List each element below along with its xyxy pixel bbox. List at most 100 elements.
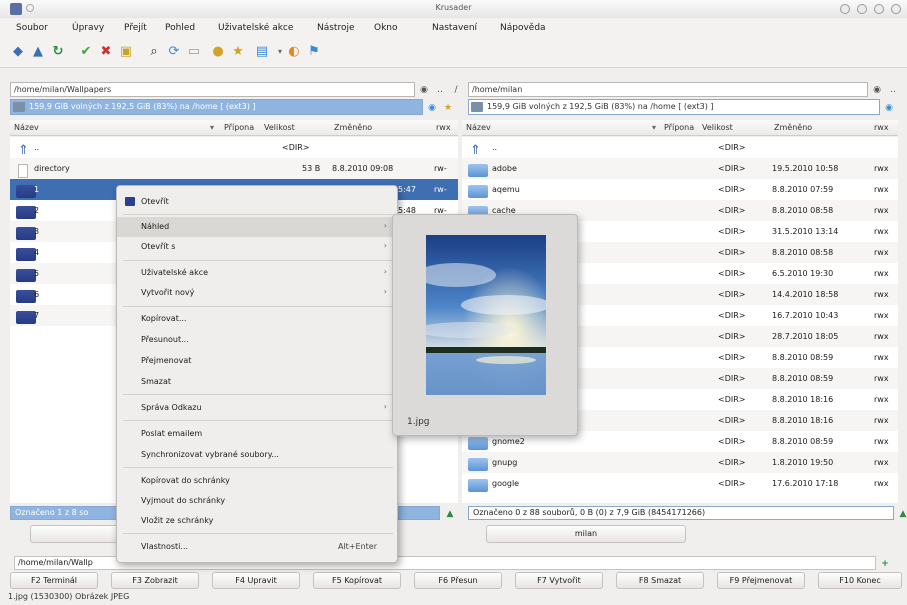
file-row[interactable]: gnupg <DIR> 1.8.2010 19:50 rwx xyxy=(462,452,898,473)
view-mode-icon[interactable]: ▤ xyxy=(254,44,270,60)
left-path-root-icon[interactable]: / xyxy=(449,82,463,97)
left-history-icon[interactable]: ◉ xyxy=(417,82,431,97)
root-mode-icon[interactable]: ⚑ xyxy=(306,44,322,60)
menu-item-user-actions[interactable]: Uživatelské akce › xyxy=(117,263,397,283)
right-tab[interactable]: milan xyxy=(486,525,686,543)
up-icon[interactable]: ▲ xyxy=(30,44,46,60)
f6-move-button[interactable]: F6 Přesun xyxy=(414,572,502,589)
file-row[interactable]: adobe <DIR> 19.5.2010 10:58 rwx xyxy=(462,158,898,179)
f3-view-button[interactable]: F3 Zobrazit xyxy=(111,572,199,589)
menu-separator xyxy=(123,394,393,395)
menu-item-move[interactable]: Přesunout... xyxy=(117,330,397,350)
help-icon[interactable] xyxy=(840,4,850,14)
unselect-icon[interactable]: ✖ xyxy=(98,44,114,60)
refresh-icon[interactable]: ↻ xyxy=(50,44,66,60)
file-row[interactable]: google <DIR> 17.6.2010 17:18 rwx xyxy=(462,473,898,494)
status-bar: 1.jpg (1530300) Obrázek JPEG xyxy=(8,592,130,601)
menu-item-delete[interactable]: Smazat xyxy=(117,372,397,392)
locate-icon[interactable]: ● xyxy=(210,44,226,60)
menu-item-paste-clipboard[interactable]: Vložit ze schránky xyxy=(117,511,397,531)
image-file-icon xyxy=(16,290,36,303)
search-icon[interactable]: ⌕ xyxy=(146,44,162,60)
menu-item-open-with[interactable]: Otevřít s › xyxy=(117,237,397,257)
menu-item-rename[interactable]: Přejmenovat xyxy=(117,351,397,371)
right-path-field[interactable]: /home/milan xyxy=(468,82,868,97)
right-panel-history-icon[interactable]: ◉ xyxy=(882,100,896,115)
f10-quit-button[interactable]: F10 Konec xyxy=(818,572,902,589)
left-path-field[interactable]: /home/milan/Wallpapers xyxy=(10,82,415,97)
left-sync-icon[interactable]: ▲ xyxy=(443,506,457,521)
menu-nastaveni[interactable]: Nastavení xyxy=(432,23,477,33)
menu-separator xyxy=(123,214,393,215)
menu-uzivatelske-akce[interactable]: Uživatelské akce xyxy=(218,23,293,33)
splitter-icon[interactable]: ◐ xyxy=(286,44,302,60)
minimize-icon[interactable] xyxy=(857,4,867,14)
file-row[interactable]: aqemu <DIR> 8.8.2010 07:59 rwx xyxy=(462,179,898,200)
image-file-icon xyxy=(16,227,36,240)
menu-napoveda[interactable]: Nápověda xyxy=(500,23,546,33)
menu-item-properties[interactable]: Vlastnosti... Alt+Enter xyxy=(117,537,397,557)
f7-mkdir-button[interactable]: F7 Vytvořit xyxy=(515,572,603,589)
bookmark-icon[interactable]: ★ xyxy=(230,44,246,60)
menu-upravy[interactable]: Úpravy xyxy=(72,23,104,33)
left-panel-history-icon[interactable]: ◉ xyxy=(425,100,439,115)
menu-item-cut-clipboard[interactable]: Vyjmout do schránky xyxy=(117,491,397,511)
file-row[interactable]: directory 53 B 8.8.2010 09:08 rw- xyxy=(10,158,458,179)
menu-item-copy-clipboard[interactable]: Kopírovat do schránky xyxy=(117,471,397,491)
preview-submenu[interactable]: 1.jpg xyxy=(392,214,578,436)
left-disk-usage-text: 159,9 GiB volných z 192,5 GiB (83%) na /… xyxy=(29,102,256,111)
back-icon[interactable]: ◆ xyxy=(10,44,26,60)
toolbar: ◆ ▲ ↻ ✔ ✖ ▣ ⌕ ⟳ ▭ ● ★ ▤ ▾ ◐ ⚑ xyxy=(0,38,907,68)
menu-separator xyxy=(123,533,393,534)
add-icon[interactable]: + xyxy=(878,556,892,571)
image-thumbnail[interactable] xyxy=(426,235,546,395)
terminal-icon[interactable]: ▭ xyxy=(186,44,202,60)
compare-icon[interactable]: ▣ xyxy=(118,44,134,60)
menu-separator xyxy=(123,306,393,307)
menu-soubor[interactable]: Soubor xyxy=(16,23,48,33)
sync-icon[interactable]: ⟳ xyxy=(166,44,182,60)
parent-dir-icon: ⇑ xyxy=(470,143,481,158)
maximize-icon[interactable] xyxy=(874,4,884,14)
menu-item-preview[interactable]: Náhled › xyxy=(117,217,397,237)
image-file-icon xyxy=(16,311,36,324)
menu-item-synchronize[interactable]: Synchronizovat vybrané soubory... xyxy=(117,445,397,465)
menu-okno[interactable]: Okno xyxy=(374,23,398,33)
right-col-size[interactable]: Velikost xyxy=(702,123,733,132)
select-icon[interactable]: ✔ xyxy=(78,44,94,60)
menu-item-copy[interactable]: Kopírovat... xyxy=(117,309,397,329)
left-col-name[interactable]: Název xyxy=(14,123,39,132)
menu-item-link-management[interactable]: Správa Odkazu › xyxy=(117,398,397,418)
left-col-perm[interactable]: rwx xyxy=(436,123,451,132)
right-col-modified[interactable]: Změněno xyxy=(774,123,812,132)
right-col-perm[interactable]: rwx xyxy=(874,123,889,132)
right-col-ext[interactable]: Přípona xyxy=(664,123,694,132)
close-icon[interactable] xyxy=(891,4,901,14)
file-row[interactable]: ⇑ .. <DIR> xyxy=(462,137,898,158)
menu-item-open[interactable]: Otevřít xyxy=(117,192,397,212)
f8-delete-button[interactable]: F8 Smazat xyxy=(616,572,704,589)
menu-item-create-new[interactable]: Vytvořit nový › xyxy=(117,283,397,303)
folder-icon xyxy=(468,437,488,450)
function-key-bar: F2 Terminál F3 Zobrazit F4 Upravit F5 Ko… xyxy=(10,572,902,590)
f2-terminal-button[interactable]: F2 Terminál xyxy=(10,572,98,589)
sort-indicator-icon: ▾ xyxy=(652,123,657,132)
menu-item-send-email[interactable]: Poslat emailem xyxy=(117,424,397,444)
file-row[interactable]: ⇑ .. <DIR> xyxy=(10,137,458,158)
f9-rename-button[interactable]: F9 Přejmenovat xyxy=(717,572,805,589)
left-col-size[interactable]: Velikost xyxy=(264,123,295,132)
left-col-modified[interactable]: Změněno xyxy=(334,123,372,132)
f5-copy-button[interactable]: F5 Kopírovat xyxy=(313,572,401,589)
left-path-up-icon[interactable]: ‥ xyxy=(433,82,447,97)
right-col-name[interactable]: Název xyxy=(466,123,491,132)
f4-edit-button[interactable]: F4 Upravit xyxy=(212,572,300,589)
menu-pohled[interactable]: Pohled xyxy=(165,23,195,33)
disk-icon xyxy=(13,102,25,112)
menu-nastroje[interactable]: Nástroje xyxy=(317,23,355,33)
right-sync-icon[interactable]: ▲ xyxy=(896,506,907,521)
right-history-icon[interactable]: ◉ xyxy=(870,82,884,97)
left-col-ext[interactable]: Přípona xyxy=(224,123,254,132)
menu-prejit[interactable]: Přejít xyxy=(124,23,147,33)
right-path-up-icon[interactable]: ‥ xyxy=(886,82,900,97)
left-bookmarks-icon[interactable]: ★ xyxy=(441,100,455,115)
